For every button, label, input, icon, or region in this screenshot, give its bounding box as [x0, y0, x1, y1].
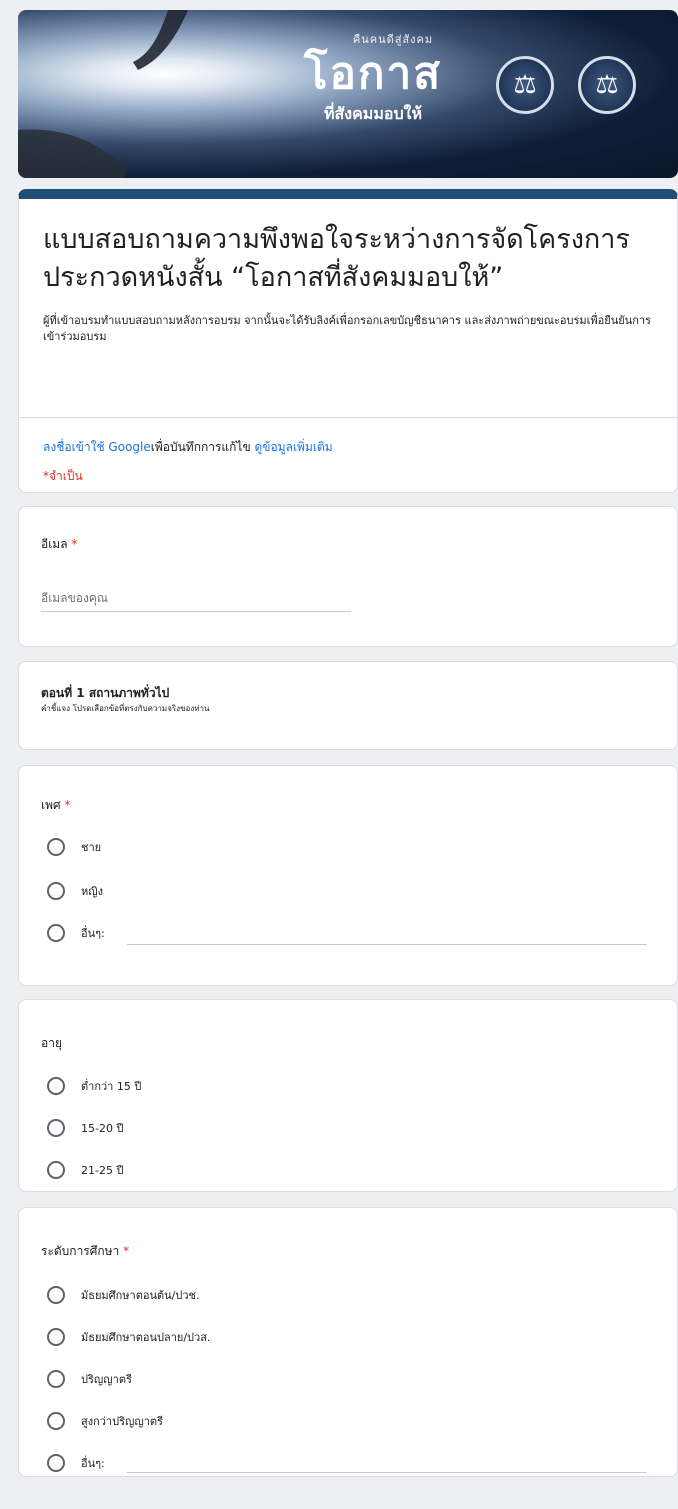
form-title: แบบสอบถามความพึงพอใจระหว่างการจัดโครงการ…: [43, 224, 630, 293]
radio-button[interactable]: [47, 1119, 65, 1137]
option-label: มัธยมศึกษาตอนต้น/ปวช.: [81, 1289, 200, 1302]
section-1-description: คำชี้แจง โปรดเลือกข้อที่ตรงกับความจริงขอ…: [41, 704, 210, 713]
option-label: สูงกว่าปริญญาตรี: [81, 1415, 163, 1428]
option-label: 21-25 ปี: [81, 1164, 124, 1177]
section-1-title: ตอนที่ 1 สถานภาพทั่วไป: [41, 686, 170, 700]
radio-button[interactable]: [47, 1328, 65, 1346]
age-option-under-15[interactable]: ต่ำกว่า 15 ปี: [47, 1075, 141, 1097]
section-1-card: ตอนที่ 1 สถานภาพทั่วไป คำชี้แจง โปรดเลือ…: [18, 661, 678, 750]
option-label: หญิง: [81, 885, 103, 898]
required-asterisk: *: [123, 1244, 130, 1258]
email-label-text: อีเมล: [41, 537, 68, 551]
signin-link[interactable]: ลงชื่อเข้าใช้ Google: [43, 440, 151, 454]
gender-other-input[interactable]: [127, 944, 647, 945]
radio-button[interactable]: [47, 882, 65, 900]
education-label: ระดับการศึกษา *: [41, 1242, 129, 1261]
signin-notice: ลงชื่อเข้าใช้ Googleเพื่อบันทึกการแก้ไข …: [43, 438, 333, 457]
banner-logo-text: คืนคนดีสู่สังคม โอกาส ที่สังคมมอบให้: [288, 30, 458, 127]
option-label: ต่ำกว่า 15 ปี: [81, 1080, 142, 1093]
email-input[interactable]: [41, 585, 351, 612]
age-option-15-20[interactable]: 15-20 ปี: [47, 1117, 123, 1139]
education-question-card: ระดับการศึกษา * มัธยมศึกษาตอนต้น/ปวช. มั…: [18, 1207, 678, 1477]
banner-subtitle: ที่สังคมมอบให้: [323, 104, 423, 123]
gender-label-text: เพศ: [41, 798, 61, 812]
education-option-lower-secondary[interactable]: มัธยมศึกษาตอนต้น/ปวช.: [47, 1284, 200, 1306]
required-asterisk: *: [64, 798, 71, 812]
learn-more-link[interactable]: ดูข้อมูลเพิ่มเติม: [254, 440, 332, 454]
banner-hand-icon: [18, 10, 188, 178]
option-label: 15-20 ปี: [81, 1122, 124, 1135]
education-option-above-bachelor[interactable]: สูงกว่าปริญญาตรี: [47, 1410, 163, 1432]
education-label-text: ระดับการศึกษา: [41, 1244, 120, 1258]
age-option-21-25[interactable]: 21-25 ปี: [47, 1159, 123, 1181]
form-description: ผู้ที่เข้าอบรมทำแบบสอบถามหลังการอบรม จาก…: [43, 314, 651, 343]
radio-button[interactable]: [47, 1161, 65, 1179]
option-label: ชาย: [81, 841, 102, 854]
radio-button[interactable]: [47, 1077, 65, 1095]
signin-text: เพื่อบันทึกการแก้ไข: [150, 440, 251, 454]
radio-button[interactable]: [47, 1286, 65, 1304]
email-label: อีเมล *: [41, 535, 77, 554]
education-option-other[interactable]: อื่นๆ:: [47, 1452, 105, 1474]
option-label: มัธยมศึกษาตอนปลาย/ปวส.: [81, 1331, 211, 1344]
gender-option-male[interactable]: ชาย: [47, 836, 101, 858]
education-option-bachelor[interactable]: ปริญญาตรี: [47, 1368, 132, 1390]
radio-button[interactable]: [47, 924, 65, 942]
age-question-card: อายุ ต่ำกว่า 15 ปี 15-20 ปี 21-25 ปี: [18, 999, 678, 1192]
radio-button[interactable]: [47, 1412, 65, 1430]
gender-label: เพศ *: [41, 796, 70, 815]
required-note: *จำเป็น: [43, 469, 83, 483]
gender-option-female[interactable]: หญิง: [47, 880, 103, 902]
form-header-card: แบบสอบถามความพึงพอใจระหว่างการจัดโครงการ…: [18, 189, 678, 493]
header-banner: คืนคนดีสู่สังคม โอกาส ที่สังคมมอบให้ ⚖ ⚖: [18, 10, 678, 178]
scales-seal-icon: ⚖: [578, 56, 636, 114]
banner-title: โอกาส: [303, 48, 443, 99]
justice-seal-icon: ⚖: [496, 56, 554, 114]
option-label: อื่นๆ:: [81, 1457, 105, 1470]
option-label: ปริญญาตรี: [81, 1373, 132, 1386]
education-other-input[interactable]: [127, 1472, 647, 1473]
option-label: อื่นๆ:: [81, 927, 105, 940]
required-asterisk: *: [71, 537, 78, 551]
email-question-card: อีเมล *: [18, 506, 678, 647]
radio-button[interactable]: [47, 1370, 65, 1388]
age-label: อายุ: [41, 1036, 62, 1050]
gender-question-card: เพศ * ชาย หญิง อื่นๆ:: [18, 765, 678, 986]
header-divider: [19, 417, 677, 418]
radio-button[interactable]: [47, 1454, 65, 1472]
gender-option-other[interactable]: อื่นๆ:: [47, 922, 105, 944]
banner-tagline: คืนคนดีสู่สังคม: [352, 33, 434, 46]
radio-button[interactable]: [47, 838, 65, 856]
education-option-upper-secondary[interactable]: มัธยมศึกษาตอนปลาย/ปวส.: [47, 1326, 210, 1348]
